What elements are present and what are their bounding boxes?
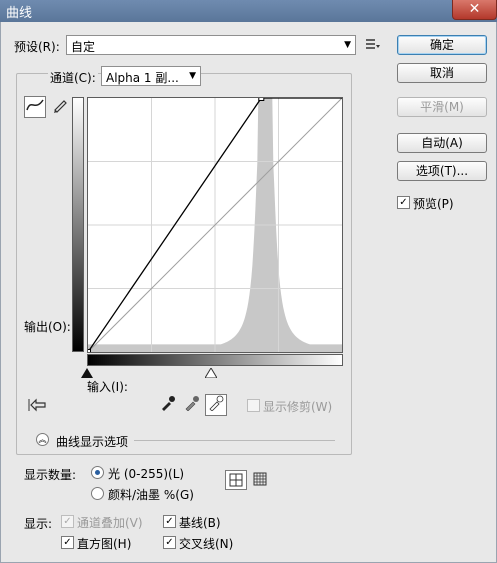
- chevron-down-icon: ▼: [344, 40, 351, 50]
- pencil-tool[interactable]: [49, 96, 71, 118]
- show-clipping-label: 显示修剪(W): [263, 400, 333, 414]
- input-label: 输入(I):: [87, 380, 128, 394]
- eyedropper-gray-icon: [185, 396, 199, 412]
- channel-overlays-label: 通道叠加(V): [77, 516, 143, 530]
- output-gradient-bar: [72, 97, 84, 352]
- preset-menu-icon[interactable]: [364, 36, 380, 52]
- show-label: 显示:: [24, 517, 53, 531]
- eyedropper-white-icon: [209, 395, 224, 412]
- auto-button[interactable]: 自动(A): [397, 133, 487, 153]
- window-title: 曲线: [6, 6, 33, 21]
- channel-overlays-checkbox[interactable]: ✓: [61, 515, 74, 528]
- intersection-label: 交叉线(N): [179, 537, 234, 551]
- intersection-checkbox[interactable]: ✓: [163, 536, 176, 549]
- light-radio-label: 光 (0-255)(L): [108, 467, 185, 481]
- baseline-label: 基线(B): [179, 516, 221, 530]
- grid-4-icon: [229, 473, 243, 487]
- curve-icon: [26, 99, 44, 111]
- target-adjust-icon[interactable]: [27, 396, 49, 414]
- collapse-section-icon[interactable]: ︽: [36, 433, 49, 446]
- display-options-title: 曲线显示选项: [56, 435, 129, 449]
- smooth-button[interactable]: 平滑(M): [397, 97, 487, 117]
- curve-graph[interactable]: [87, 97, 343, 353]
- preset-select[interactable]: 自定 ▼: [66, 35, 356, 55]
- title-bar[interactable]: [0, 0, 497, 22]
- channel-value: Alpha 1 副...: [106, 71, 179, 85]
- curve-edit-tool[interactable]: [24, 96, 46, 118]
- simple-grid-button[interactable]: [225, 470, 247, 490]
- section-divider: [134, 440, 335, 441]
- preview-checkbox[interactable]: ✓: [397, 196, 410, 209]
- black-eyedropper[interactable]: [157, 394, 179, 416]
- grid-10-icon: [253, 472, 267, 486]
- input-gradient-bar: [87, 354, 343, 366]
- curve-control-point[interactable]: [88, 349, 91, 353]
- histogram-checkbox[interactable]: ✓: [61, 536, 74, 549]
- white-point-slider[interactable]: [204, 367, 218, 381]
- amount-label: 显示数量:: [24, 468, 77, 482]
- chevron-down-icon: ▼: [189, 71, 196, 81]
- pigment-radio-label: 颜料/油墨 %(G): [108, 488, 194, 502]
- baseline-checkbox[interactable]: ✓: [163, 515, 176, 528]
- show-clipping-checkbox[interactable]: [247, 399, 260, 412]
- eyedropper-black-icon: [162, 396, 175, 411]
- cancel-button[interactable]: 取消: [397, 63, 487, 83]
- pigment-radio[interactable]: [91, 487, 104, 500]
- white-eyedropper[interactable]: [205, 394, 227, 416]
- preview-label: 预览(P): [413, 197, 454, 211]
- preset-label: 预设(R):: [14, 40, 60, 54]
- light-radio[interactable]: [91, 466, 104, 479]
- pencil-icon: [54, 100, 67, 113]
- gray-eyedropper[interactable]: [181, 394, 203, 416]
- channel-select[interactable]: Alpha 1 副... ▼: [101, 66, 201, 86]
- curve-control-point[interactable]: [258, 98, 265, 101]
- output-label: 输出(O):: [24, 320, 71, 334]
- options-button[interactable]: 选项(T)...: [397, 161, 487, 181]
- detailed-grid-button[interactable]: [250, 470, 272, 490]
- close-button[interactable]: ✕: [452, 0, 497, 20]
- preset-value: 自定: [71, 40, 96, 54]
- histogram-label: 直方图(H): [77, 537, 132, 551]
- channel-label: 通道(C):: [48, 69, 98, 86]
- ok-button[interactable]: 确定: [397, 35, 487, 55]
